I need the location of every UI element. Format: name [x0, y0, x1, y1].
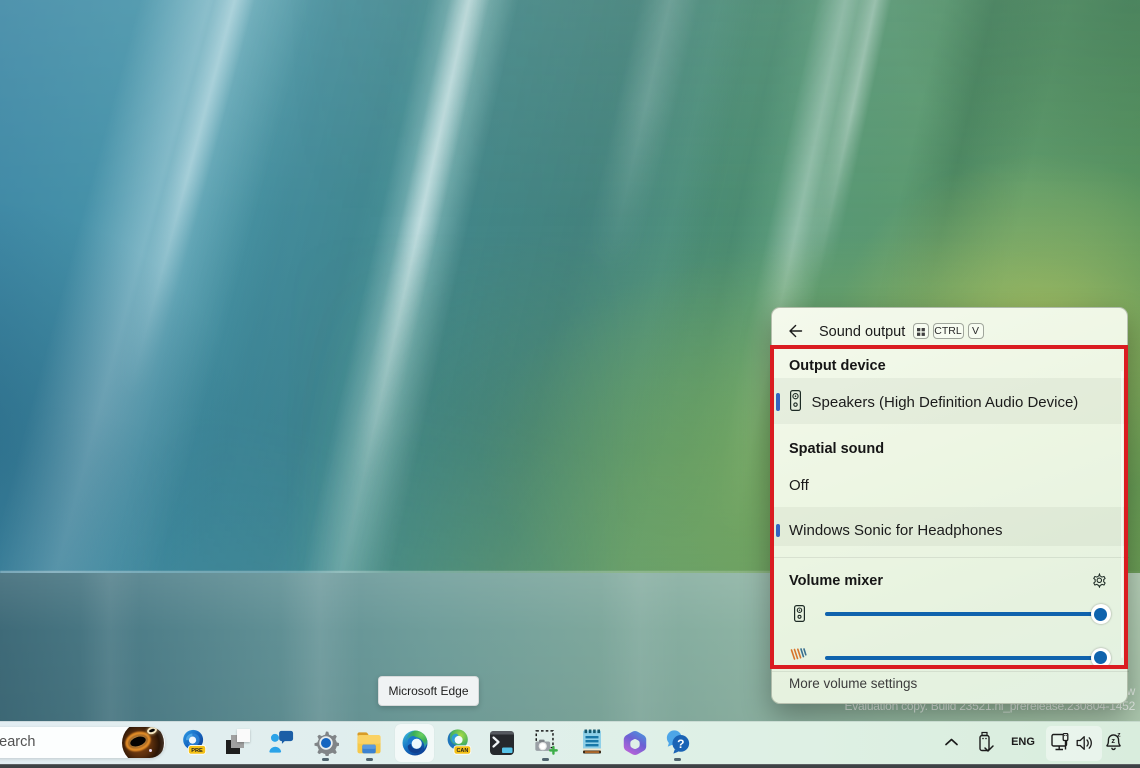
svg-text:z: z — [1111, 736, 1115, 745]
svg-text:?: ? — [677, 737, 684, 751]
svg-text:PRE: PRE — [191, 748, 203, 754]
svg-text:z: z — [1117, 731, 1121, 738]
svg-text:CAN: CAN — [456, 748, 468, 754]
